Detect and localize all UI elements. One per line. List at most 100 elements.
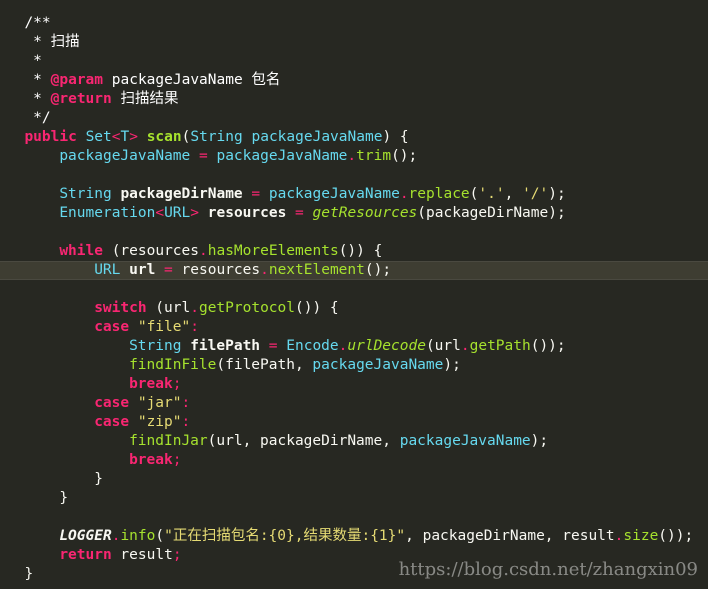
code-token: "file" <box>137 319 191 335</box>
code-line[interactable]: * <box>0 52 708 71</box>
code-line[interactable]: while (resources.hasMoreElements()) { <box>0 242 708 261</box>
code-token: hasMoreElements <box>207 243 339 259</box>
code-token: * <box>24 72 51 88</box>
code-line[interactable]: * 扫描 <box>0 33 708 52</box>
code-token: URL <box>94 262 121 278</box>
code-token: Set <box>85 129 112 145</box>
code-token: scan <box>146 129 182 145</box>
code-token: T <box>120 129 130 145</box>
code-token: LOGGER <box>59 528 112 544</box>
code-line[interactable]: LOGGER.info("正在扫描包名:{0},结果数量:{1}", packa… <box>0 527 708 546</box>
code-token: packageJavaName <box>59 148 191 164</box>
code-line[interactable]: * @return 扫描结果 <box>0 90 708 109</box>
code-line[interactable]: * @param packageJavaName 包名 <box>0 71 708 90</box>
code-line[interactable]: findInJar(url, packageDirName, packageJa… <box>0 432 708 451</box>
code-token: , packageDirName, result <box>405 528 615 544</box>
code-token: ( <box>155 528 165 544</box>
code-line[interactable]: String filePath = Encode.urlDecode(url.g… <box>0 337 708 356</box>
code-token: return <box>59 547 112 563</box>
code-token: "正在扫描包名:{0},结果数量:{1}" <box>164 528 406 544</box>
code-token: Encode <box>286 338 339 354</box>
code-token: < <box>111 129 121 145</box>
code-token: = <box>190 148 217 164</box>
code-line[interactable] <box>0 280 708 299</box>
code-token: . <box>260 262 269 278</box>
code-line[interactable]: public Set<T> scan(String packageJavaNam… <box>0 128 708 147</box>
code-token: (resources <box>102 243 199 259</box>
code-token: "jar" <box>137 395 182 411</box>
code-token: packageJavaName <box>251 129 383 145</box>
code-line[interactable]: switch (url.getProtocol()) { <box>0 299 708 318</box>
code-token: (filePath, <box>216 357 313 373</box>
code-line[interactable]: case "zip": <box>0 413 708 432</box>
watermark: https://blog.csdn.net/zhangxin09 <box>398 559 698 580</box>
code-editor[interactable]: /** * 扫描 * * @param packageJavaName 包名 *… <box>0 0 708 589</box>
code-line[interactable]: break; <box>0 375 708 394</box>
code-token: (url, packageDirName, <box>207 433 400 449</box>
code-token: ; <box>172 376 182 392</box>
code-token: packageJavaName <box>216 148 348 164</box>
code-token: . <box>199 243 208 259</box>
code-token: replace <box>408 186 470 202</box>
code-token: trim <box>356 148 392 164</box>
code-line[interactable] <box>0 223 708 242</box>
code-line[interactable]: packageJavaName = packageJavaName.trim()… <box>0 147 708 166</box>
code-token: : <box>190 319 199 335</box>
code-line[interactable]: String packageDirName = packageJavaName.… <box>0 185 708 204</box>
code-line[interactable]: Enumeration<URL> resources = getResource… <box>0 204 708 223</box>
code-token: packageJavaName <box>399 433 531 449</box>
code-token: packageJavaName 包名 <box>103 72 281 88</box>
code-line[interactable]: findInFile(filePath, packageJavaName); <box>0 356 708 375</box>
code-token: = <box>260 338 287 354</box>
code-line[interactable] <box>0 508 708 527</box>
code-token: resources <box>207 205 287 221</box>
code-token: 扫描结果 <box>111 91 179 107</box>
code-token: ; <box>172 547 182 563</box>
code-token: Enumeration <box>59 205 156 221</box>
code-token: public <box>24 129 77 145</box>
code-token: packageJavaName <box>268 186 400 202</box>
code-token: case <box>94 414 130 430</box>
code-token: String <box>190 129 243 145</box>
code-token: findInFile <box>129 357 217 373</box>
code-line[interactable]: */ <box>0 109 708 128</box>
code-line[interactable]: } <box>0 489 708 508</box>
code-token: size <box>623 528 659 544</box>
code-token: } <box>94 471 103 487</box>
code-token: ); <box>530 433 549 449</box>
code-line[interactable]: case "jar": <box>0 394 708 413</box>
code-token: "zip" <box>137 414 182 430</box>
code-token: (packageDirName); <box>417 205 566 221</box>
code-line[interactable]: case "file": <box>0 318 708 337</box>
code-token: packageDirName <box>120 186 243 202</box>
code-token: = <box>155 262 182 278</box>
code-token: = <box>286 205 313 221</box>
code-token: < <box>155 205 165 221</box>
code-token: ; <box>172 452 182 468</box>
code-token: * 扫描 <box>24 34 80 50</box>
code-token: case <box>94 319 130 335</box>
code-token: String <box>129 338 182 354</box>
code-token: , <box>504 186 523 202</box>
code-line[interactable]: /** <box>0 14 708 33</box>
code-token: switch <box>94 300 147 316</box>
code-line-current[interactable]: URL url = resources.nextElement(); <box>0 261 708 280</box>
code-token: : <box>181 414 191 430</box>
code-token: ()); <box>658 528 694 544</box>
code-token: } <box>24 566 34 582</box>
code-token: * <box>24 91 51 107</box>
code-token: getPath <box>469 338 531 354</box>
code-token: (); <box>364 262 392 278</box>
code-token: resources <box>181 262 261 278</box>
code-line[interactable]: } <box>0 470 708 489</box>
code-token: . <box>347 148 357 164</box>
code-line[interactable] <box>0 166 708 185</box>
code-line[interactable]: break; <box>0 451 708 470</box>
code-token: */ <box>24 110 51 126</box>
code-token: > <box>190 205 200 221</box>
